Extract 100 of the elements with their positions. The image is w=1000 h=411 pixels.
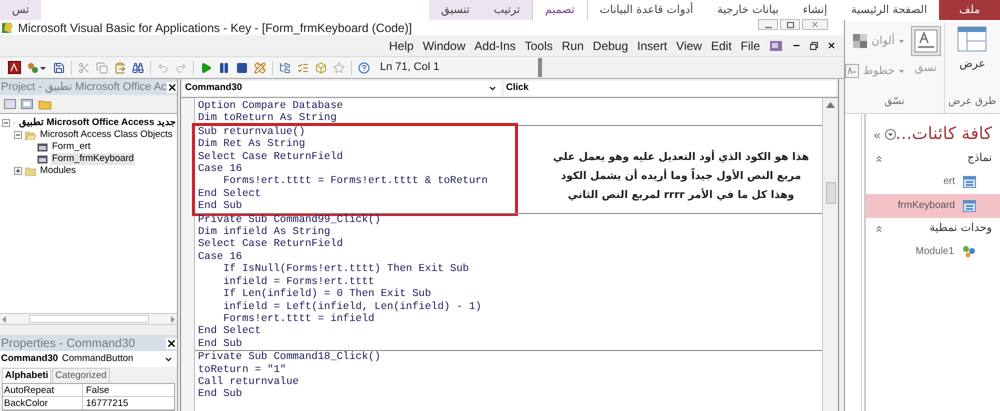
- code-line: Dim Ret As String: [197, 138, 306, 151]
- menu-item[interactable]: Help: [389, 36, 414, 54]
- stop-icon[interactable]: [236, 62, 248, 74]
- insert-icon[interactable]: [27, 62, 47, 74]
- code-line: Sub returnvalue(): [197, 126, 306, 138]
- caret-icon: [898, 40, 904, 42]
- tree-item[interactable]: Form_frmKeyboard: [51, 153, 135, 165]
- nav-item[interactable]: Module1: [866, 240, 1000, 264]
- view-code-icon[interactable]: [4, 99, 16, 109]
- ribbon-tab[interactable]: ترتيب: [482, 0, 532, 20]
- menu-item[interactable]: Insert: [637, 36, 668, 54]
- cursor-position: Ln 71, Col 1: [380, 60, 440, 76]
- form-icon: [963, 176, 976, 188]
- group-header[interactable]: نماذج: [866, 148, 1000, 170]
- menu-item[interactable]: View: [676, 36, 702, 54]
- tree-item[interactable]: Microsoft Access Class Objects: [39, 129, 174, 141]
- menu-item[interactable]: Debug: [592, 36, 628, 54]
- ribbon-tab[interactable]: تنسيق: [429, 0, 482, 20]
- property-name: AutoRepeat: [3, 384, 83, 396]
- code-line: End Sub: [197, 200, 242, 213]
- dropdown-circle-icon[interactable]: [884, 129, 896, 140]
- scroll-up-icon[interactable]: [826, 102, 835, 108]
- open-folder-icon: [25, 130, 36, 140]
- code-line: Dim toReturn As String: [197, 112, 337, 125]
- code-line: Private Sub Command18_Click(): [197, 351, 381, 364]
- code-line: Private Sub Command99_Click(): [197, 214, 381, 226]
- code-line: Case 16: [197, 163, 242, 176]
- group-header[interactable]: وحدات نمطية: [866, 218, 1000, 240]
- ribbon-tab[interactable]: أدوات قاعدة البيانات: [588, 0, 706, 20]
- property-value[interactable]: False: [83, 384, 110, 396]
- code-line: toReturn = "1": [197, 364, 286, 376]
- view-button[interactable]: عرض: [950, 26, 994, 72]
- scroll-left-icon[interactable]: [2, 316, 7, 322]
- ribbon-tab[interactable]: تصميم: [532, 0, 588, 20]
- property-name: BackColor: [3, 397, 83, 409]
- properties-tab[interactable]: Alphabeti: [2, 368, 52, 383]
- tree-item[interactable]: Form_ert: [51, 141, 92, 153]
- properties-tab[interactable]: Categorized: [52, 368, 110, 383]
- tree-item[interactable]: تطبيق Microsoft Office Access جديد: [18, 117, 177, 129]
- close-icon[interactable]: [166, 82, 177, 92]
- scroll-thumb[interactable]: [826, 182, 836, 204]
- access-icon[interactable]: [8, 61, 21, 74]
- ribbon-tab[interactable]: بيانات خارجية: [705, 0, 791, 20]
- form-icon: [37, 154, 48, 164]
- close-icon[interactable]: [166, 338, 177, 348]
- help-icon[interactable]: [358, 62, 370, 74]
- menu-item[interactable]: Run: [562, 36, 584, 54]
- menu-item[interactable]: Window: [422, 36, 466, 54]
- ribbon-tab[interactable]: إنشاء: [790, 0, 840, 20]
- nav-item[interactable]: frmKeyboard: [866, 194, 1000, 218]
- form-icon: [37, 142, 48, 152]
- play-icon[interactable]: [200, 62, 212, 74]
- view-object-icon[interactable]: [21, 99, 33, 109]
- object-dropdown[interactable]: Command30: [183, 80, 501, 96]
- expand-icon[interactable]: [14, 167, 22, 175]
- group-label: طرق عرض: [947, 95, 998, 109]
- ribbon-tab[interactable]: الصفحة الرئيسية: [839, 0, 940, 20]
- code-line: infield = Left(infield, Len(infield) - 1): [222, 300, 482, 313]
- code-line: Case 16: [197, 250, 242, 263]
- nav-item[interactable]: ert: [866, 170, 1000, 194]
- copy-icon[interactable]: [96, 62, 108, 74]
- collapse-icon[interactable]: [14, 131, 22, 139]
- collapse-icon[interactable]: [2, 119, 10, 127]
- document-icon: [769, 40, 783, 52]
- tree-item[interactable]: Modules: [39, 165, 77, 177]
- code-line: End Select: [197, 325, 262, 338]
- menu-item[interactable]: Tools: [524, 36, 553, 54]
- vba-logo-icon: [1, 21, 14, 34]
- ribbon-tab[interactable]: ملف: [939, 0, 1000, 20]
- close-icon[interactable]: [827, 41, 836, 50]
- box-icon[interactable]: [315, 62, 327, 74]
- vertical-scrollbar[interactable]: [822, 98, 838, 411]
- ruler-pencil-icon[interactable]: [254, 62, 266, 74]
- folder-tree-icon[interactable]: [279, 62, 291, 74]
- code-line: Dim infield As String: [197, 226, 330, 238]
- shutter-button[interactable]: »: [874, 126, 881, 144]
- menu-item[interactable]: Edit: [710, 36, 732, 54]
- code-line: If Len(infield) = 0 Then Exit Sub: [222, 288, 432, 300]
- pause-icon[interactable]: [218, 62, 230, 74]
- code-line: Select Case ReturnField: [197, 238, 343, 251]
- code-line: End Sub: [197, 338, 242, 350]
- save-icon[interactable]: [53, 62, 65, 74]
- horizontal-scrollbar[interactable]: [0, 313, 177, 325]
- star-icon[interactable]: [333, 62, 345, 74]
- ribbon-tab[interactable]: تس: [0, 0, 42, 20]
- scroll-right-icon[interactable]: [170, 316, 175, 322]
- folder-icon[interactable]: [38, 98, 52, 110]
- checklist-icon[interactable]: [297, 62, 309, 74]
- procedure-dropdown[interactable]: Click: [504, 80, 836, 96]
- restore-icon[interactable]: [810, 42, 818, 50]
- property-value[interactable]: 16777215: [83, 397, 128, 409]
- clipboard-icon[interactable]: [114, 62, 126, 74]
- menu-item[interactable]: Add-Ins: [474, 36, 516, 54]
- maximize-icon[interactable]: [780, 19, 800, 30]
- scissors-icon[interactable]: [78, 62, 90, 74]
- minimize-icon[interactable]: [758, 19, 778, 30]
- folder-icon: [25, 166, 36, 176]
- menu-item[interactable]: File: [740, 36, 760, 54]
- binoculars-icon[interactable]: [132, 62, 144, 74]
- object-dropdown[interactable]: Command30 CommandButton: [0, 351, 177, 367]
